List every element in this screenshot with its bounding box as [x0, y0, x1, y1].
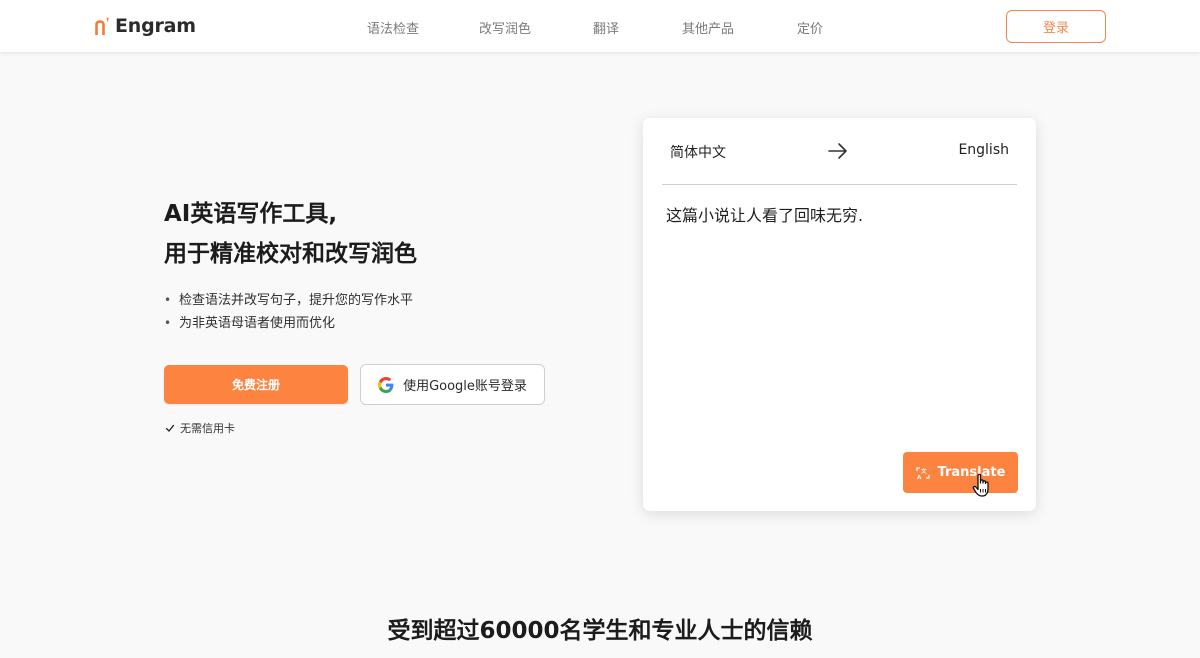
- source-language-selector[interactable]: 简体中文: [670, 142, 726, 162]
- translate-icon: 文 A: [915, 467, 930, 480]
- hand-pointer-icon: [972, 473, 989, 497]
- source-text-input[interactable]: 这篇小说让人看了回味无穷.: [666, 202, 1011, 226]
- nav-item-grammar-check[interactable]: 语法检查: [367, 18, 419, 37]
- list-item: • 检查语法并改写句子，提升您的写作水平: [164, 289, 584, 312]
- translator-card: 简体中文 English 这篇小说让人看了回味无穷. 文 A Translate: [643, 118, 1036, 511]
- translate-button[interactable]: 文 A Translate: [903, 452, 1018, 497]
- feature-text: 为非英语母语者使用而优化: [179, 316, 336, 331]
- google-login-button[interactable]: 使用Google账号登录: [360, 364, 545, 405]
- free-signup-button[interactable]: 免费注册: [164, 365, 348, 404]
- trust-heading: 受到超过60000名学生和专业人士的信赖: [387, 618, 813, 644]
- target-language-selector[interactable]: English: [958, 142, 1009, 158]
- hero-title-line-2: 用于精准校对和改写润色: [164, 241, 417, 267]
- check-icon: [165, 424, 175, 432]
- nav-item-pricing[interactable]: 定价: [797, 18, 823, 37]
- google-icon: [378, 376, 394, 393]
- bullet-icon: •: [164, 293, 172, 307]
- site-header: Engram 语法检查 改写润色 翻译 其他产品 定价 登录: [0, 0, 1200, 52]
- hero-title-line-1: AI英语写作工具,: [164, 201, 338, 227]
- login-button[interactable]: 登录: [1006, 10, 1106, 43]
- no-credit-card-label: 无需信用卡: [180, 422, 235, 435]
- arrow-right-icon[interactable]: [827, 141, 849, 161]
- divider: [662, 184, 1017, 185]
- nav-item-rewrite[interactable]: 改写润色: [479, 18, 531, 37]
- svg-text:A: A: [917, 475, 922, 480]
- svg-text:文: 文: [921, 467, 927, 475]
- nav-item-translate[interactable]: 翻译: [593, 18, 619, 37]
- feature-list: • 检查语法并改写句子，提升您的写作水平 • 为非英语母语者使用而优化: [164, 289, 584, 335]
- google-login-label: 使用Google账号登录: [403, 379, 527, 394]
- feature-text: 检查语法并改写句子，提升您的写作水平: [179, 293, 414, 308]
- nav-item-other-products[interactable]: 其他产品: [682, 18, 734, 37]
- list-item: • 为非英语母语者使用而优化: [164, 312, 584, 335]
- bullet-icon: •: [164, 316, 172, 330]
- hero-title: AI英语写作工具, 用于精准校对和改写润色: [164, 194, 584, 274]
- no-credit-card-note: 无需信用卡: [165, 420, 235, 436]
